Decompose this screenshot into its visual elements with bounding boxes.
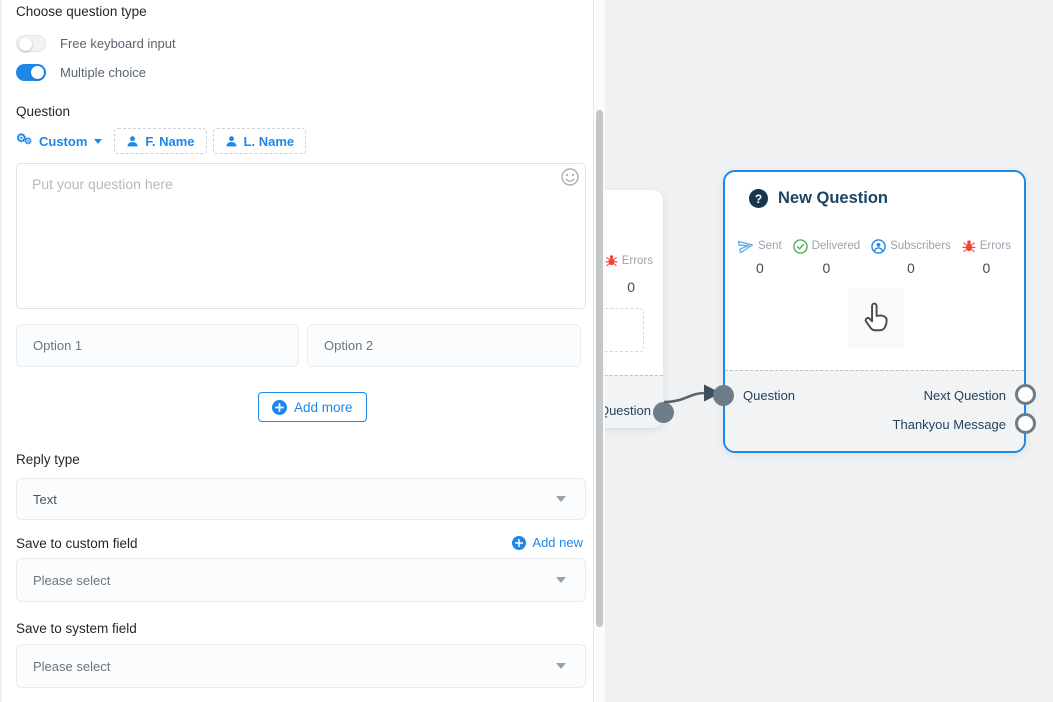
- chevron-down-icon: [556, 663, 566, 669]
- check-circle-icon: [793, 239, 808, 254]
- system-field-select[interactable]: Please select: [16, 644, 586, 688]
- reply-type-value: Text: [17, 492, 57, 507]
- subscribers-label: Subscribers: [890, 240, 951, 252]
- errors-label: Errors: [622, 255, 653, 267]
- chevron-down-icon: [556, 496, 566, 502]
- question-settings-panel: Choose question type Free keyboard input…: [0, 0, 594, 702]
- first-name-shortcode-button[interactable]: F. Name: [114, 128, 206, 154]
- new-question-node[interactable]: ? New Question Sent 0: [723, 170, 1026, 453]
- reply-type-select[interactable]: Text: [16, 478, 586, 520]
- add-new-label: Add new: [532, 535, 583, 550]
- free-keyboard-label: Free keyboard input: [60, 36, 176, 51]
- sent-value: 0: [756, 260, 764, 276]
- person-icon: [225, 135, 238, 148]
- bug-icon: [605, 254, 618, 267]
- add-more-button[interactable]: Add more: [258, 392, 367, 422]
- custom-dropdown-button[interactable]: ⚙⚙ Custom: [16, 129, 108, 153]
- thankyou-message-output-port[interactable]: [1015, 413, 1036, 434]
- node-header: ? New Question: [749, 189, 888, 208]
- custom-field-value: Please select: [17, 573, 110, 588]
- panel-scrollbar-thumb[interactable]: [596, 110, 603, 627]
- output-port-label: Thankyou Message: [893, 417, 1006, 432]
- send-icon: [738, 239, 754, 253]
- node-title: New Question: [778, 189, 888, 208]
- options-row: [16, 324, 581, 367]
- question-input-port[interactable]: [713, 385, 734, 406]
- chevron-down-icon: [94, 139, 102, 144]
- errors-value: 0: [627, 279, 635, 295]
- option-slot: [605, 308, 644, 352]
- question-mark-icon: ?: [749, 189, 768, 208]
- sent-stat: Sent 0: [738, 238, 782, 276]
- person-icon: [126, 135, 139, 148]
- question-label: Question: [16, 104, 70, 119]
- delivered-label: Delivered: [812, 240, 861, 252]
- add-new-link[interactable]: Add new: [512, 535, 583, 550]
- toggle-knob: [19, 38, 32, 51]
- input-port-label: Question: [743, 388, 795, 403]
- plus-circle-icon: [512, 536, 526, 550]
- delivered-stat: Delivered 0: [793, 238, 861, 276]
- multiple-choice-toggle[interactable]: [16, 64, 46, 81]
- gears-icon: ⚙⚙: [16, 133, 34, 149]
- output-port-label: Next Question: [924, 388, 1006, 403]
- hand-pointer-icon: [858, 297, 894, 339]
- multiple-choice-label: Multiple choice: [60, 65, 146, 80]
- question-type-label: Choose question type: [16, 4, 147, 19]
- flow-canvas[interactable]: Errors 0 Next Question ? New Question: [605, 0, 1053, 702]
- system-field-value: Please select: [17, 659, 110, 674]
- reply-type-label: Reply type: [16, 452, 80, 467]
- next-question-output-port[interactable]: [1015, 384, 1036, 405]
- sent-label: Sent: [758, 240, 782, 252]
- subscribers-icon: [871, 239, 886, 254]
- subscribers-value: 0: [907, 260, 915, 276]
- node-footer: Question Next Question Thankyou Message: [725, 370, 1024, 451]
- output-port-label: Next Question: [605, 403, 651, 418]
- cursor-highlight: [848, 288, 904, 348]
- next-question-output-port[interactable]: [653, 402, 674, 423]
- last-name-label: L. Name: [244, 134, 295, 149]
- errors-stat: Errors: [605, 254, 653, 267]
- add-more-label: Add more: [294, 400, 353, 415]
- question-text-input[interactable]: [16, 163, 586, 309]
- option-2-input[interactable]: [307, 324, 581, 367]
- toggle-row-multiple-choice: Multiple choice: [16, 64, 146, 81]
- custom-field-select[interactable]: Please select: [16, 558, 586, 602]
- first-name-label: F. Name: [145, 134, 194, 149]
- last-name-shortcode-button[interactable]: L. Name: [213, 128, 307, 154]
- plus-circle-icon: [272, 400, 287, 415]
- free-keyboard-toggle[interactable]: [16, 35, 46, 52]
- bug-icon: [962, 239, 976, 253]
- emoji-picker-icon[interactable]: [560, 167, 580, 187]
- errors-label: Errors: [980, 240, 1011, 252]
- shortcode-toolbar: ⚙⚙ Custom F. Name L. Name: [16, 128, 306, 154]
- delivered-value: 0: [822, 260, 830, 276]
- option-1-input[interactable]: [16, 324, 299, 367]
- previous-question-node[interactable]: Errors 0 Next Question: [605, 190, 663, 428]
- toggle-row-free-input: Free keyboard input: [16, 35, 176, 52]
- node-stats-row: Sent 0 Delivered 0: [725, 238, 1024, 276]
- errors-value: 0: [982, 260, 990, 276]
- system-field-label: Save to system field: [16, 621, 137, 636]
- chevron-down-icon: [556, 577, 566, 583]
- errors-stat: Errors 0: [962, 238, 1011, 276]
- subscribers-stat: Subscribers 0: [871, 238, 951, 276]
- node-footer: Next Question: [605, 375, 663, 428]
- custom-dropdown-label: Custom: [39, 134, 87, 149]
- flow-builder-screen: Choose question type Free keyboard input…: [0, 0, 1053, 702]
- custom-field-label: Save to custom field: [16, 536, 138, 551]
- toggle-knob: [31, 66, 44, 79]
